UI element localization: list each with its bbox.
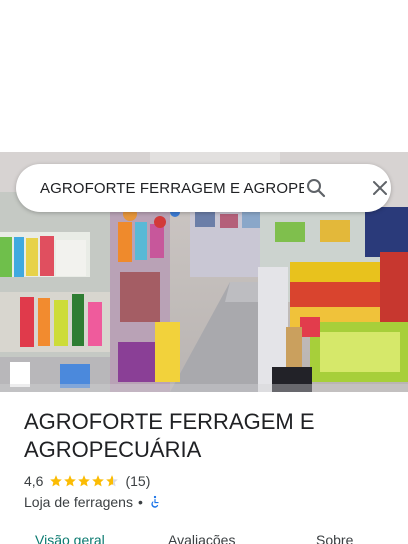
place-tabs: Visão geral Avaliações Sobre xyxy=(0,528,408,544)
place-category: Loja de ferragens xyxy=(24,494,133,510)
star-rating xyxy=(49,474,119,488)
separator: • xyxy=(137,494,143,510)
rating-value: 4,6 xyxy=(24,473,44,489)
place-page: AGROFORTE FERRAGEM E AGROPECUÁRIA AGROFO… xyxy=(0,0,408,544)
search-icon[interactable] xyxy=(304,176,328,200)
search-bar[interactable]: AGROFORTE FERRAGEM E AGROPECUÁRIA xyxy=(16,164,391,212)
tab-about[interactable]: Sobre xyxy=(316,532,353,544)
star-half-icon xyxy=(106,475,119,487)
star-icon xyxy=(50,475,63,487)
tab-reviews[interactable]: Avaliações xyxy=(168,532,235,544)
rating-row[interactable]: 4,6 (15) xyxy=(24,471,150,491)
place-title: AGROFORTE FERRAGEM E AGROPECUÁRIA xyxy=(24,409,315,462)
tab-overview[interactable]: Visão geral xyxy=(35,532,105,544)
review-count[interactable]: (15) xyxy=(125,473,150,489)
wheelchair-icon xyxy=(148,495,162,509)
star-icon xyxy=(92,475,105,487)
search-input[interactable]: AGROFORTE FERRAGEM E AGROPECUÁRIA xyxy=(40,180,304,197)
close-icon[interactable] xyxy=(368,176,392,200)
star-icon xyxy=(64,475,77,487)
star-icon xyxy=(78,475,91,487)
category-row: Loja de ferragens • xyxy=(24,492,162,512)
